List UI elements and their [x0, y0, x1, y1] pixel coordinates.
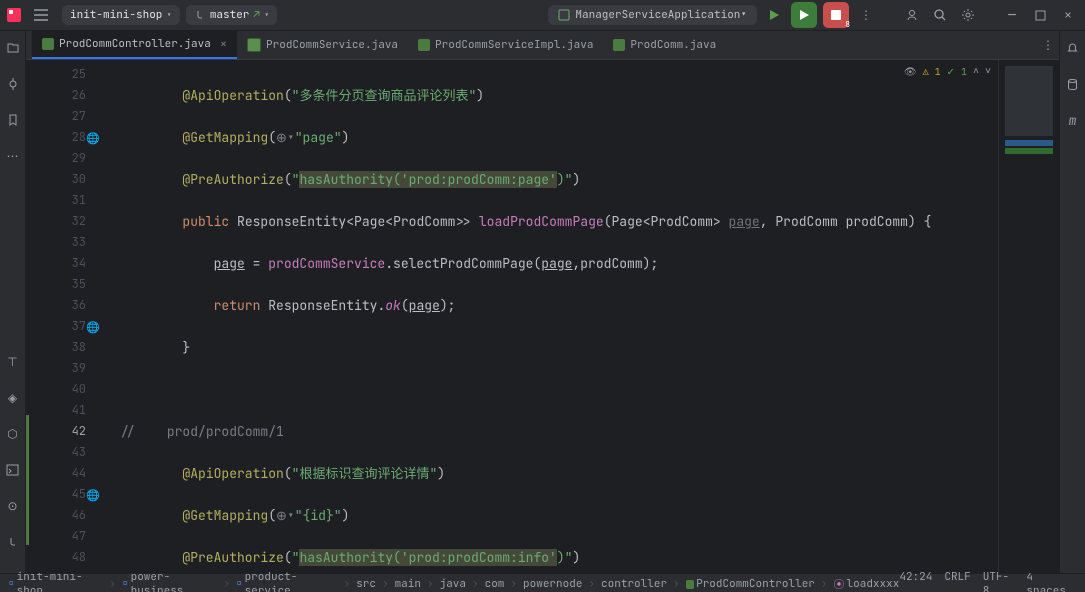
minimap[interactable] [998, 60, 1059, 573]
java-class-icon [418, 39, 430, 51]
breadcrumb[interactable]: ▫ init-mini-shop› ▫ power-business› ▫ pr… [8, 570, 899, 592]
branch-name: master [210, 8, 250, 22]
warning-count: ⚠ 1 [923, 65, 941, 78]
tab-label: ProdCommServiceImpl.java [435, 38, 593, 52]
intellij-logo-icon [6, 7, 22, 23]
tab-prodcommcontroller[interactable]: ProdCommController.java × [32, 31, 237, 59]
minimize-icon[interactable]: ─ [1001, 4, 1023, 26]
chevron-down-icon: ▾ [740, 8, 747, 22]
tabs-more-icon[interactable]: ⋮ [1037, 34, 1059, 56]
breadcrumb-item[interactable]: product-service [245, 570, 338, 592]
line-number-gutter[interactable]: 252627 28🌐 29303132 33343536 37🌐 3839404… [26, 60, 94, 573]
tab-label: ProdCommController.java [59, 37, 211, 51]
run-configuration-selector[interactable]: ManagerServiceApplication ▾ [548, 5, 757, 25]
notifications-icon[interactable] [1062, 37, 1084, 59]
breadcrumb-item[interactable]: com [485, 577, 505, 591]
url-gutter-icon[interactable]: 🌐 [86, 318, 100, 339]
breadcrumb-item[interactable]: java [440, 577, 466, 591]
typo-count: ✓ 1 [947, 65, 967, 78]
project-name: init-mini-shop [70, 8, 162, 22]
breadcrumb-item[interactable]: init-mini-shop [17, 570, 104, 592]
editor[interactable]: 252627 28🌐 29303132 33343536 37🌐 3839404… [26, 60, 1059, 573]
run-config-label: ManagerServiceApplication [575, 8, 740, 22]
breadcrumb-item[interactable]: loadxxxx [847, 577, 900, 591]
more-actions-icon[interactable]: ⋮ [855, 4, 877, 26]
branch-selector[interactable]: master ↗ ▾ [186, 5, 278, 25]
tab-label: ProdCommService.java [266, 38, 398, 52]
line-separator[interactable]: CRLF [944, 570, 970, 592]
debug-button[interactable] [791, 2, 817, 28]
file-encoding[interactable]: UTF-8 [983, 570, 1015, 592]
module-icon: ▫ [236, 577, 243, 591]
bookmarks-tool-icon[interactable] [2, 109, 24, 131]
module-icon: ▫ [122, 577, 129, 591]
breadcrumb-item[interactable]: ProdCommController [696, 577, 815, 591]
breadcrumb-item[interactable]: src [356, 577, 376, 591]
breadcrumb-item[interactable]: main [395, 577, 421, 591]
close-icon[interactable]: × [220, 36, 227, 52]
main-menu-icon[interactable] [30, 4, 52, 26]
maximize-icon[interactable] [1029, 4, 1051, 26]
right-toolwindow-bar: m [1059, 31, 1085, 573]
incoming-icon: ↗ [253, 8, 260, 22]
more-tool-icon[interactable]: ⋯ [2, 145, 24, 167]
commit-tool-icon[interactable] [2, 73, 24, 95]
breadcrumb-item[interactable]: controller [601, 577, 667, 591]
url-gutter-icon[interactable]: 🌐 [86, 486, 100, 507]
editor-tabs: ProdCommController.java × ProdCommServic… [26, 31, 1059, 60]
chevron-icon: ˄ ˅ [973, 64, 991, 78]
java-class-icon [613, 39, 625, 51]
indent-setting[interactable]: 4 spaces [1026, 570, 1077, 592]
project-tool-icon[interactable] [2, 37, 24, 59]
java-interface-icon [247, 38, 261, 52]
database-icon[interactable] [1062, 73, 1084, 95]
close-window-icon[interactable]: ✕ [1057, 4, 1079, 26]
chevron-down-icon: ▾ [264, 9, 269, 21]
settings-icon[interactable] [957, 4, 979, 26]
project-selector[interactable]: init-mini-shop ▾ [62, 5, 180, 25]
tab-prodcomm[interactable]: ProdComm.java [603, 31, 726, 59]
breadcrumb-item[interactable]: powernode [523, 577, 582, 591]
code-content[interactable]: @ApiOperation("多条件分页查询商品评论列表") @GetMappi… [112, 60, 998, 573]
search-icon[interactable] [929, 4, 951, 26]
maven-icon[interactable]: m [1062, 109, 1084, 131]
java-class-icon [686, 580, 694, 589]
eye-icon: 👁 [904, 65, 917, 78]
caret-position[interactable]: 42:24 [899, 570, 932, 592]
tab-prodcommservice[interactable]: ProdCommService.java [237, 31, 408, 59]
titlebar: init-mini-shop ▾ master ↗ ▾ ManagerServi… [0, 0, 1085, 31]
terminal-tool-icon[interactable] [2, 459, 24, 481]
url-gutter-icon[interactable]: 🌐 [86, 129, 100, 150]
left-toolwindow-bar: ⋯ ⊤ ◈ ⬡ ⊙ [0, 31, 26, 573]
run-button[interactable] [763, 4, 785, 26]
structure-tool-icon[interactable]: ⊤ [2, 351, 24, 373]
stop-button[interactable]: 8 [823, 2, 849, 28]
code-with-me-icon[interactable] [901, 4, 923, 26]
java-class-icon [42, 38, 54, 50]
breadcrumb-item[interactable]: power-business [131, 570, 218, 592]
statusbar: ▫ init-mini-shop› ▫ power-business› ▫ pr… [0, 573, 1085, 592]
tab-prodcommserviceimpl[interactable]: ProdCommServiceImpl.java [408, 31, 603, 59]
problems-tool-icon[interactable]: ⊙ [2, 495, 24, 517]
services-tool-icon[interactable]: ◈ [2, 387, 24, 409]
method-icon: ⦿ [834, 576, 845, 592]
inspection-widget[interactable]: 👁 ⚠ 1 ✓ 1 ˄ ˅ [904, 64, 991, 78]
module-icon: ▫ [8, 577, 15, 591]
chevron-down-icon: ▾ [166, 9, 171, 21]
tab-label: ProdComm.java [630, 38, 716, 52]
build-tool-icon[interactable]: ⬡ [2, 423, 24, 445]
vcs-tool-icon[interactable] [2, 531, 24, 553]
